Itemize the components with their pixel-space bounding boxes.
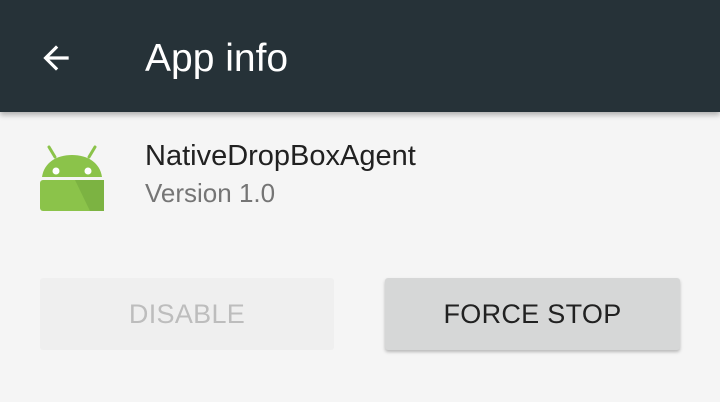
app-bar: App info [0, 0, 720, 112]
app-name: NativeDropBoxAgent [145, 140, 416, 172]
page-title: App info [145, 37, 289, 80]
back-button[interactable] [20, 28, 92, 88]
force-stop-button[interactable]: FORCE STOP [385, 278, 680, 350]
android-robot-icon [40, 145, 104, 211]
app-info-screen: App info NativeDropBoxAgent Version 1.0 … [0, 0, 720, 402]
app-version: Version 1.0 [145, 178, 276, 208]
app-info-content: NativeDropBoxAgent Version 1.0 DISABLE F… [0, 112, 720, 402]
disable-button: DISABLE [40, 278, 334, 350]
arrow-back-icon [43, 45, 69, 71]
